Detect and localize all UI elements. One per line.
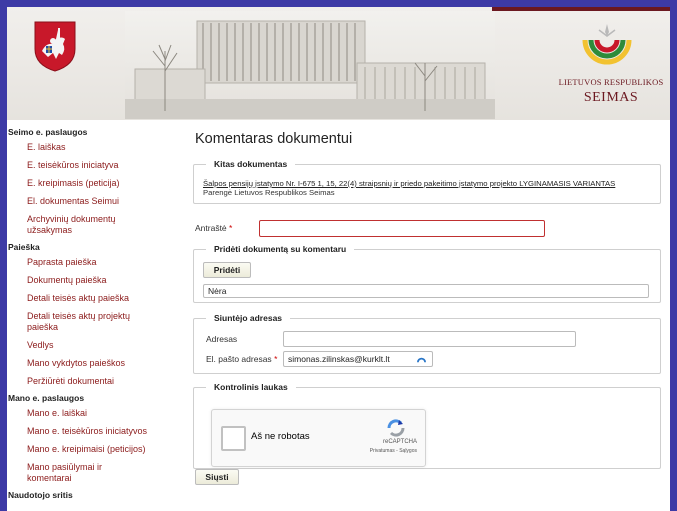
attach-legend: Pridėti dokumentą su komentaru	[206, 244, 355, 254]
sidebar-item-mano-e-teisekuros-iniciatyvos[interactable]: Mano e. teisėkūros iniciatyvos	[27, 423, 187, 441]
seimas-logo-line2: SEIMAS	[583, 90, 639, 105]
seimas-logo[interactable]: LIETUVOS RESPUBLIKOS SEIMAS	[555, 20, 667, 115]
lithuania-coat-of-arms-icon[interactable]	[32, 19, 78, 73]
sidebar-section-title: Paieška	[8, 242, 40, 252]
sidebar-item-archyviniu-dokumentu-uzsakymas[interactable]: Archyvinių dokumentų užsakymas	[27, 211, 147, 240]
control-fieldset: Kontrolinis laukas Aš ne robotas reCAPTC…	[193, 382, 661, 469]
site-header: LIETUVOS RESPUBLIKOS SEIMAS	[7, 7, 670, 120]
page: LIETUVOS RESPUBLIKOS SEIMAS Seimo e. pas…	[7, 7, 670, 511]
sidebar-item-mano-vykdytos-paieskos[interactable]: Mano vykdytos paieškos	[27, 355, 187, 373]
document-link[interactable]: Šalpos pensijų įstatymo Nr. I-675 1, 15,…	[203, 179, 615, 188]
main-content: Komentaras dokumentui Kitas dokumentas Š…	[193, 125, 661, 485]
email-value: simonas.zilinskas@kurklt.lt	[288, 354, 390, 364]
title-field-label: Antraštė *	[195, 223, 232, 233]
title-input[interactable]	[259, 220, 545, 237]
sidebar-item-e-teisekuros-iniciatyva[interactable]: E. teisėkūros iniciatyva	[27, 157, 187, 175]
sidebar-item-el-dokumentas-seimui[interactable]: El. dokumentas Seimui	[27, 193, 187, 211]
sidebar-section-title: Seimo e. paslaugos	[8, 127, 88, 137]
document-author: Parengė Lietuvos Respublikos Seimas	[203, 188, 335, 197]
recaptcha-brand: reCAPTCHA	[382, 439, 417, 445]
submit-button[interactable]: Siųsti	[195, 469, 239, 485]
sidebar-item-perziureti-dokumentai[interactable]: Peržiūrėti dokumentai	[27, 373, 187, 391]
attach-fieldset: Pridėti dokumentą su komentaru Pridėti N…	[193, 244, 661, 303]
seimas-logo-line1: LIETUVOS RESPUBLIKOS	[558, 77, 664, 87]
sidebar-item-detali-teises-aktu-paieska[interactable]: Detali teisės aktų paieška	[27, 290, 187, 308]
sidebar-item-paprasta-paieska[interactable]: Paprasta paieška	[27, 254, 187, 272]
sidebar-item-detali-teises-aktu-projektu-paieska[interactable]: Detali teisės aktų projektų paieška	[27, 308, 157, 337]
sidebar-item-mano-e-kreipimaisi[interactable]: Mano e. kreipimaisi (peticijos)	[27, 441, 187, 459]
sender-legend: Siuntėjo adresas	[206, 313, 291, 323]
address-label: Adresas	[206, 334, 238, 344]
recaptcha-label: Aš ne robotas	[251, 431, 310, 442]
recaptcha-widget: Aš ne robotas reCAPTCHA Privatumas - Sąl…	[211, 409, 426, 467]
recaptcha-terms-link[interactable]: Privatumas - Sąlygos	[370, 448, 417, 454]
sidebar-item-e-kreipimasis[interactable]: E. kreipimasis (peticija)	[27, 175, 187, 193]
sidebar: Seimo e. paslaugos E. laiškas E. teisėkū…	[7, 125, 187, 502]
sidebar-item-dokumentu-paieska[interactable]: Dokumentų paieška	[27, 272, 187, 290]
required-mark: *	[229, 223, 233, 233]
attach-button[interactable]: Pridėti	[203, 262, 251, 278]
seimas-emblem-icon	[582, 24, 632, 65]
recaptcha-logo-icon	[387, 419, 405, 437]
sidebar-section-title: Naudotojo sritis	[8, 490, 73, 500]
sidebar-item-mano-pasiulymai-ir-komentarai[interactable]: Mano pasiūlymai ir komentarai	[27, 459, 137, 488]
sidebar-item-mano-e-laiskai[interactable]: Mano e. laiškai	[27, 405, 187, 423]
title-field-label-text: Antraštė	[195, 223, 227, 233]
header-accent-bar	[492, 7, 670, 11]
required-mark: *	[274, 354, 278, 364]
email-label-text: El. pašto adresas	[206, 354, 272, 364]
document-fieldset: Kitas dokumentas Šalpos pensijų įstatymo…	[193, 159, 661, 204]
address-input[interactable]	[283, 331, 576, 347]
email-input[interactable]: simonas.zilinskas@kurklt.lt	[283, 351, 433, 367]
sidebar-section-title: Mano e. paslaugos	[8, 393, 85, 403]
control-legend: Kontrolinis laukas	[206, 382, 296, 392]
seimas-building-image	[125, 11, 495, 119]
email-label: El. pašto adresas *	[206, 354, 277, 364]
recaptcha-checkbox[interactable]	[221, 426, 246, 451]
attached-document-field: Nėra	[203, 284, 649, 298]
autofill-icon[interactable]	[417, 355, 426, 364]
sidebar-item-e-laiskas[interactable]: E. laiškas	[27, 139, 187, 157]
sidebar-item-vedlys[interactable]: Vedlys	[27, 337, 187, 355]
sender-fieldset: Siuntėjo adresas Adresas El. pašto adres…	[193, 313, 661, 374]
document-legend: Kitas dokumentas	[206, 159, 296, 169]
page-title: Komentaras dokumentui	[195, 131, 353, 147]
